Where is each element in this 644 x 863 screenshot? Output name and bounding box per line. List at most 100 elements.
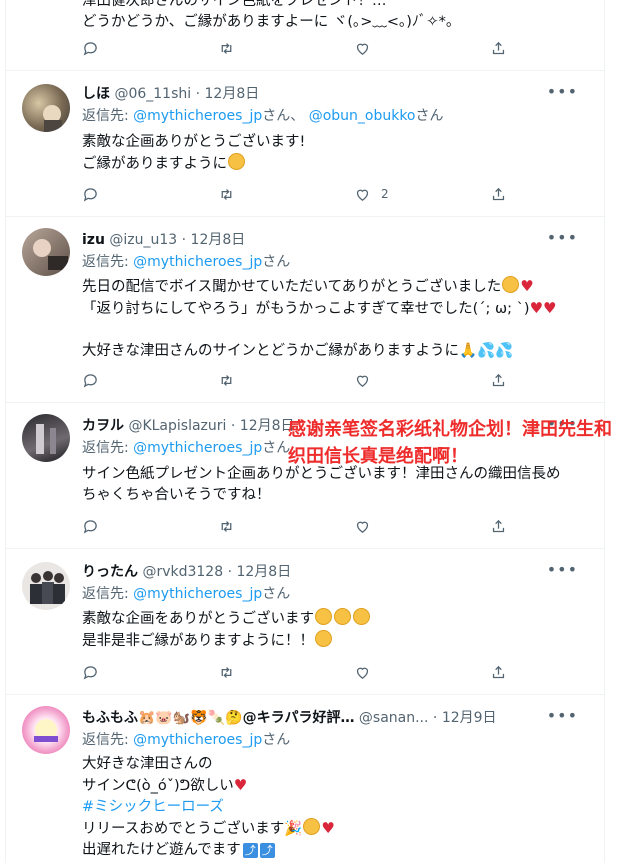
separator: · [227,564,233,580]
reply-handle-link[interactable]: @mythicheroes_jp [133,586,262,602]
display-name[interactable]: しほ [82,86,110,102]
reply-handle-link[interactable]: @mythicheroes_jp [133,440,262,456]
avatar[interactable] [22,84,70,132]
action-bar: 2 [82,184,512,204]
like-button[interactable] [354,370,371,390]
more-icon[interactable]: ••• [547,228,578,248]
reply-button[interactable] [82,184,99,204]
tweet-header: もふもふ🐹🐷🐿️🐯🍡🤔@キラパラ好評… @sanan... · 12月9日 ••… [82,706,592,728]
folded-hands-icon: 🙏 [459,343,478,359]
display-name[interactable]: izu [82,232,105,248]
tweet-line: 津田健次郎さんのサイン色紙をプレゼント！… [82,0,387,9]
share-button[interactable] [490,516,507,536]
user-handle[interactable]: @06_11shi [114,86,191,102]
display-name[interactable]: りったん [82,564,138,580]
user-handle[interactable]: @rvkd3128 [142,564,223,580]
like-button[interactable]: 2 [354,184,389,204]
user-handle[interactable]: @KLapislazuri [128,418,226,434]
tweet-line: 先日の配信でボイス聞かせていただいてありがとうございました [82,279,502,295]
share-icon [492,373,505,386]
action-bar [82,662,512,682]
tweet-date[interactable]: 12月8日 [236,564,291,580]
more-icon[interactable]: ••• [547,706,578,726]
tweet-date[interactable]: 12月9日 [442,710,497,726]
tweet[interactable]: りったん @rvkd3128 · 12月8日 ••• 返信先: @mythich… [6,548,604,695]
tweet[interactable]: もふもふ🐹🐷🐿️🐯🍡🤔@キラパラ好評… @sanan... · 12月9日 ••… [6,694,604,863]
share-icon [492,665,505,678]
tweet-date[interactable]: 12月8日 [191,232,246,248]
tweet-line: 是非是非ご縁がありますように！！ [82,633,314,649]
share-button[interactable] [490,184,507,204]
reply-handle-link[interactable]: @obun_obukko [309,108,416,124]
retweet-button[interactable] [218,662,235,682]
reply-suffix: さん [415,108,444,124]
display-name[interactable]: もふもふ🐹🐷🐿️🐯🍡🤔@キラパラ好評… [82,710,354,726]
reply-suffix: さん [262,254,291,270]
retweet-button[interactable] [218,38,235,58]
tweet-date[interactable]: 12月8日 [205,86,260,102]
tweet-line: 「返り討ちにしてやろう」がもうかっこよすぎて幸せでした(´; ω; `) [82,301,530,317]
tweet-line: どうかどうか、ご縁がありますよーに ヾ(｡>﹏<｡)ﾉﾞ✧*。 [82,14,461,30]
hashtag-link[interactable]: #ミシックヒーローズ [82,797,594,818]
red-heart-icon: ♥ [520,277,534,295]
tweet-header: izu @izu_u13 · 12月8日 ••• [82,228,592,250]
reply-button[interactable] [82,516,99,536]
action-bar [82,38,512,58]
heart-icon [356,43,369,55]
reply-context: 返信先: @mythicheroes_jpさん [82,584,290,604]
reply-and: さん、 [262,108,305,124]
reply-suffix: さん [262,732,291,748]
avatar[interactable] [22,562,70,610]
reply-context: 返信先: @mythicheroes_jpさん [82,252,290,272]
retweet-button[interactable] [218,370,235,390]
heart-icon [356,375,369,387]
more-icon[interactable]: ••• [547,560,578,580]
retweet-icon [221,666,232,678]
retweet-button[interactable] [218,516,235,536]
sweat-droplets-icon: 💦💦 [477,343,514,359]
like-button[interactable] [354,38,371,58]
user-handle[interactable]: @izu_u13 [109,232,177,248]
retweet-button[interactable] [218,184,235,204]
reply-context: 返信先: @mythicheroes_jpさん [82,438,290,458]
avatar-image [43,105,62,132]
more-icon[interactable]: ••• [547,82,578,102]
avatar[interactable] [22,706,70,754]
tweet-date[interactable]: 12月8日 [240,418,295,434]
reply-handle-link[interactable]: @mythicheroes_jp [133,108,262,124]
avatar[interactable] [22,414,70,462]
reply-handle-link[interactable]: @mythicheroes_jp [133,254,262,270]
display-name[interactable]: カヲル [82,418,124,434]
red-heart-icon: ♥ [321,819,335,837]
share-icon [492,519,505,532]
reply-prefix: 返信先: [82,108,129,124]
tweet[interactable]: izu @izu_u13 · 12月8日 ••• 返信先: @mythicher… [6,216,604,403]
share-button[interactable] [490,38,507,58]
crying-face-icon [353,608,370,625]
action-bar [82,370,512,390]
share-button[interactable] [490,662,507,682]
share-button[interactable] [490,370,507,390]
tweet-header: りったん @rvkd3128 · 12月8日 ••• [82,560,592,582]
tweet-partial[interactable]: 津田健次郎さんのサイン色紙をプレゼント！… どうかどうか、ご縁がありますよーに … [6,0,604,71]
reply-button[interactable] [82,38,99,58]
winking-face-icon [303,818,321,835]
share-icon [492,187,505,200]
red-heart-icon: ♥ [233,776,248,794]
tweet-line: リリースおめでとうございます [82,821,285,837]
like-button[interactable] [354,516,371,536]
tweet[interactable]: しほ @06_11shi · 12月8日 ••• 返信先: @mythicher… [6,70,604,217]
crying-face-icon [334,608,351,625]
reply-button[interactable] [82,662,99,682]
reply-button[interactable] [82,370,99,390]
reply-prefix: 返信先: [82,254,129,270]
retweet-icon [221,42,232,54]
user-handle[interactable]: @sanan... [359,710,429,726]
party-popper-icon: 🎉 [284,821,303,837]
overlay-line: 织田信长真是绝配啊！ [288,446,468,467]
reply-handle-link[interactable]: @mythicheroes_jp [133,732,262,748]
up-arrow-icon: ⤴ [242,843,258,858]
avatar[interactable] [22,228,70,276]
tweet-line: 出遅れたけど遊んでます [82,842,241,858]
like-button[interactable] [354,662,371,682]
